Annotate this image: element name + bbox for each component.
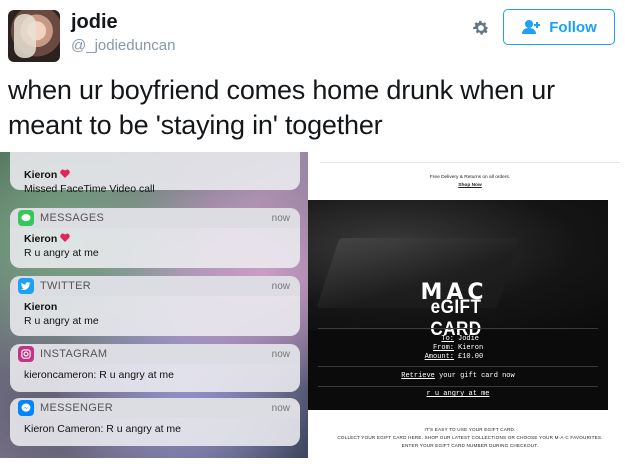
notification-app-name: MESSENGER	[40, 402, 113, 414]
notification-sender: Kieron	[24, 168, 288, 182]
messenger-icon	[18, 400, 34, 416]
follow-label: Follow	[549, 18, 597, 36]
sender-name: Kieron	[24, 301, 58, 313]
gift-card-banner: MAC eGIFT CARD To: Jodie From: Kieron Am…	[308, 200, 608, 410]
notification-card[interactable]: Kieron Missed FaceTime Video call	[10, 152, 300, 195]
notification-message: R u angry at me	[24, 247, 99, 259]
follow-button[interactable]: Follow	[503, 9, 615, 45]
egift-email-screenshot: Free Delivery & Returns on all orders. S…	[308, 152, 620, 458]
twitter-icon	[18, 278, 34, 294]
divider	[320, 162, 620, 163]
notification-time: now	[271, 402, 290, 414]
notification-header: MESSAGES now	[10, 208, 300, 228]
sender-name: Kieron	[24, 233, 58, 245]
to-value: Jodie	[458, 335, 480, 343]
notification-header: TWITTER now	[10, 276, 300, 296]
notification-header: MESSENGER now	[10, 398, 300, 418]
notification-body: Kieron R u angry at me	[10, 296, 300, 334]
retrieve-line: Retrieve your gift card now	[308, 372, 608, 380]
instagram-icon	[18, 346, 34, 362]
retrieve-link[interactable]: Retrieve	[401, 372, 435, 380]
gift-message[interactable]: r u angry at me	[308, 390, 608, 398]
notification-sender: Kieron	[24, 232, 288, 246]
notification-card[interactable]: MESSENGER now Kieron Cameron: R u angry at…	[10, 398, 300, 446]
notification-body: kieroncameron: R u angry at me	[10, 364, 300, 388]
add-user-icon	[522, 20, 541, 34]
notification-body: Kieron R u angry at me	[10, 228, 300, 266]
amount-value: £10.00	[458, 353, 484, 361]
notification-body: Kieron Cameron: R u angry at me	[10, 418, 300, 442]
gift-details: To: Jodie From: Kieron Amount: £10.00	[308, 335, 608, 362]
notification-time: now	[271, 348, 290, 360]
notification-body: Kieron Missed FaceTime Video call	[10, 164, 300, 202]
from-label: From:	[432, 344, 454, 352]
notification-message: kieroncameron: R u angry at me	[24, 369, 174, 381]
notification-app-name: TWITTER	[40, 280, 91, 292]
to-label: To:	[441, 335, 454, 343]
amount-label: Amount:	[424, 353, 454, 361]
notification-sender: Kieron	[24, 300, 288, 314]
notification-message: Kieron Cameron: R u angry at me	[24, 423, 181, 435]
promo-line: Free Delivery & Returns on all orders.	[429, 175, 511, 180]
notification-card[interactable]: TWITTER now Kieron R u angry at me	[10, 276, 300, 336]
from-value: Kieron	[458, 344, 484, 352]
sender-name: Kieron	[24, 169, 58, 181]
notification-card[interactable]: MESSAGES now Kieron R u angry at me	[10, 208, 300, 268]
user-handle[interactable]: @_jodieduncan	[71, 37, 175, 54]
footer-line-2: COLLECT YOUR EGIFT CARD HERE. SHOP OUR L…	[337, 435, 603, 440]
notification-time: now	[271, 212, 290, 224]
notification-message: Missed FaceTime Video call	[24, 183, 155, 195]
heart-icon	[60, 168, 71, 182]
notification-message: R u angry at me	[24, 315, 99, 327]
avatar[interactable]	[8, 10, 60, 62]
notification-time: now	[271, 280, 290, 292]
messages-icon	[18, 210, 34, 226]
heart-icon	[60, 232, 71, 246]
notification-header: INSTAGRAM now	[10, 344, 300, 364]
shop-now-link[interactable]: Shop Now	[320, 183, 620, 188]
gear-icon[interactable]	[471, 18, 491, 38]
retrieve-text: your gift card now	[434, 372, 515, 380]
footer-line-3: ENTER YOUR EGIFT CARD NUMBER DURING CHEC…	[401, 443, 539, 448]
notification-card[interactable]: INSTAGRAM now kieroncameron: R u angry at …	[10, 344, 300, 392]
email-footer: IT'S EASY TO USE YOUR EGIFT CARD. COLLEC…	[320, 426, 620, 450]
footer-line-1: IT'S EASY TO USE YOUR EGIFT CARD.	[424, 427, 516, 432]
notification-app-name: MESSAGES	[40, 212, 105, 224]
notifications-screenshot: Kieron Missed FaceTime Video call MESSAGES…	[0, 152, 308, 458]
notification-app-name: INSTAGRAM	[40, 348, 108, 360]
tweet-text: when ur boyfriend comes home drunk when …	[8, 75, 555, 140]
user-name[interactable]: jodie	[71, 11, 118, 34]
